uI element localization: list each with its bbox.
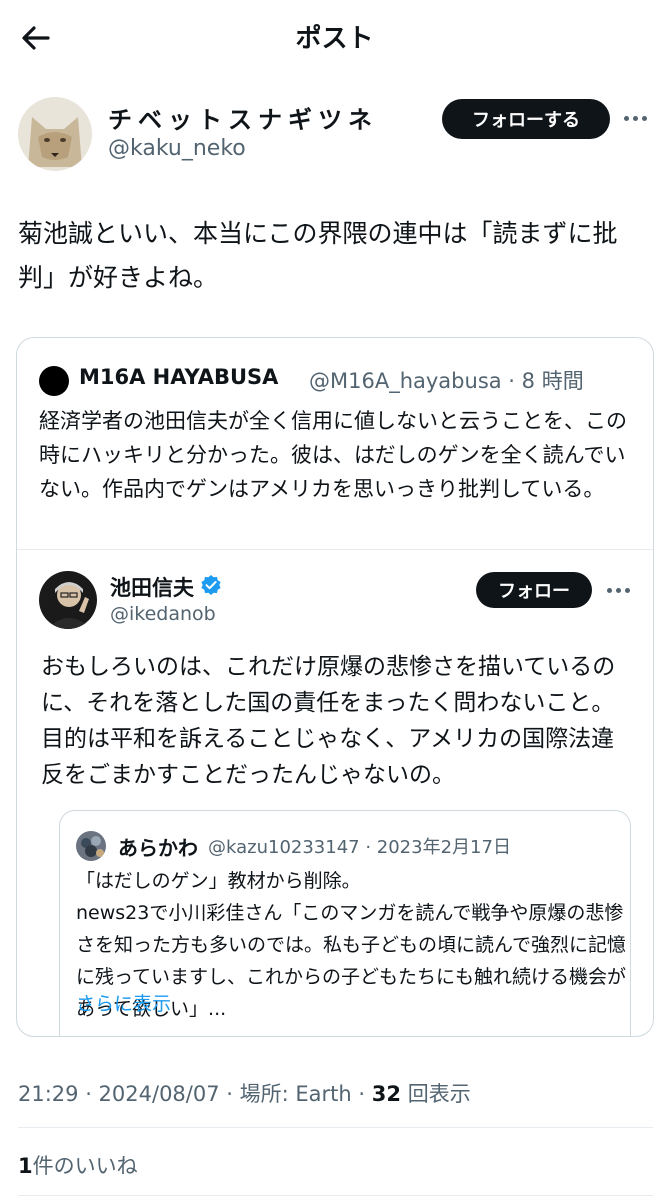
post-timestamp[interactable]: 21:29 · 2024/08/07: [18, 1082, 220, 1106]
inner-author-name[interactable]: 池田信夫: [110, 572, 194, 602]
inner-more-options-icon[interactable]: [607, 580, 633, 600]
view-count: 32: [371, 1082, 402, 1106]
verified-badge-icon: [200, 574, 222, 601]
quote-avatar: [39, 366, 69, 396]
inner-post-text: おもしろいのは、これだけ原爆の悲惨さを描いているのに、それを落とした国の責任をま…: [41, 654, 616, 788]
inner-author-handle[interactable]: @ikedanob: [110, 603, 216, 625]
quote-tweet-card[interactable]: M16A HAYABUSA @M16A_hayabusa · 8 時間 経済学者…: [16, 337, 654, 1037]
nested-handle-date: @kazu10233147 · 2023年2月17日: [208, 837, 511, 858]
quote-author-name: M16A HAYABUSA: [79, 365, 279, 389]
post-text: 菊池誠といい、本当にこの界隈の連中は「読まずに批判」が好きよね。: [18, 219, 618, 292]
nested-author-name: あらかわ: [118, 836, 198, 860]
more-options-icon[interactable]: [624, 106, 652, 130]
likes-count: 1: [18, 1154, 33, 1178]
nested-quote-card[interactable]: あらかわ @kazu10233147 · 2023年2月17日 「はだしのゲン」…: [59, 810, 631, 1036]
page-title: ポスト: [295, 24, 374, 54]
quote-handle-time: @M16A_hayabusa · 8 時間: [309, 369, 584, 393]
meta-separator: ·: [226, 1082, 233, 1106]
divider-bottom: [18, 1195, 653, 1196]
post-location: 場所: Earth: [239, 1082, 352, 1106]
nested-text-line1: 「はだしのゲン」教材から削除。: [76, 870, 361, 892]
quote-text: 経済学者の池田信夫が全く信用に値しないと云うことを、この時にハッキリと分かった。…: [39, 409, 627, 501]
post-meta: 21:29 · 2024/08/07 · 場所: Earth · 32 回表示: [18, 1078, 471, 1108]
inner-follow-button[interactable]: フォロー: [476, 572, 592, 608]
inner-author-name-row: 池田信夫: [110, 572, 222, 602]
inner-author-avatar[interactable]: [39, 571, 97, 629]
follow-button[interactable]: フォローする: [442, 99, 610, 139]
author-handle[interactable]: @kaku_neko: [108, 136, 246, 161]
nested-author-avatar: [76, 831, 106, 861]
divider: [18, 1127, 653, 1128]
author-name[interactable]: チベットスナギツネ: [108, 100, 378, 135]
likes-label: 件のいいね: [32, 1154, 138, 1178]
quote-divider: [17, 549, 653, 550]
author-avatar[interactable]: [18, 97, 92, 171]
view-label: 回表示: [407, 1082, 471, 1106]
likes-summary[interactable]: 1件のいいね: [18, 1150, 138, 1180]
show-more-link[interactable]: さらに表示: [76, 989, 171, 1016]
